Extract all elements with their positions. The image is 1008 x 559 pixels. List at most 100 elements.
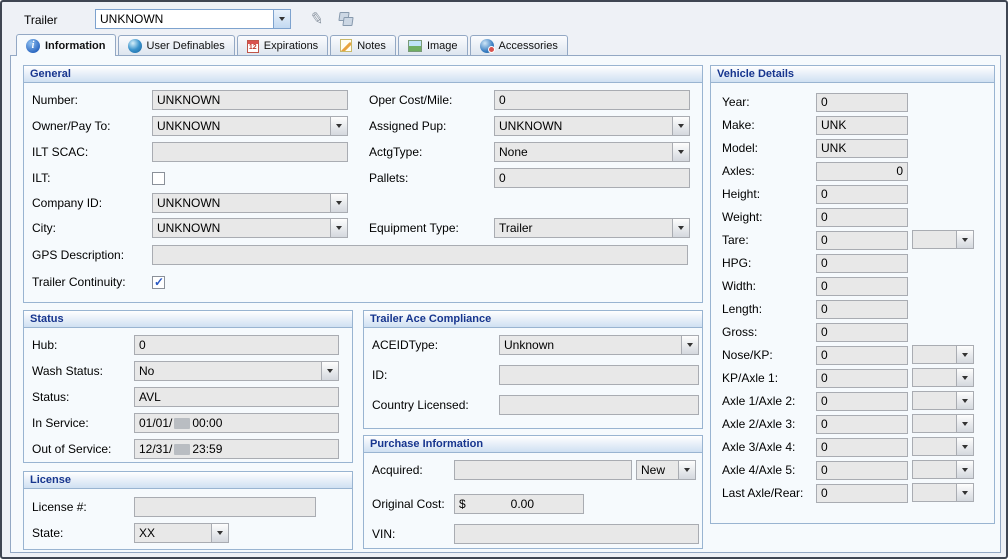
tab-label: Accessories: [499, 40, 558, 52]
gps-description-field[interactable]: [152, 245, 688, 265]
tags-icon[interactable]: [336, 9, 358, 29]
wash-status-dropdown[interactable]: No: [134, 361, 339, 381]
tare-unit-dropdown[interactable]: [912, 230, 974, 249]
width-field[interactable]: [816, 277, 908, 296]
chevron-down-icon[interactable]: [956, 461, 973, 478]
length-field[interactable]: [816, 300, 908, 319]
axle3-axle4-field[interactable]: [816, 438, 908, 457]
hub-field[interactable]: [134, 335, 339, 355]
city-dropdown[interactable]: UNKNOWN: [152, 218, 348, 238]
axle3-axle4-unit-dropdown[interactable]: [912, 437, 974, 456]
original-cost-label: Original Cost:: [372, 497, 454, 511]
out-of-service-field[interactable]: 12/31/23:59: [134, 439, 339, 459]
unit-value: [913, 415, 956, 432]
axle1-axle2-unit-dropdown[interactable]: [912, 391, 974, 410]
license-number-field[interactable]: [134, 497, 316, 517]
chevron-down-icon[interactable]: [211, 524, 228, 542]
ace-id-field[interactable]: [499, 365, 699, 385]
tab-information[interactable]: i Information: [16, 34, 116, 56]
wash-status-label: Wash Status:: [32, 364, 134, 378]
axle2-axle3-unit-dropdown[interactable]: [912, 414, 974, 433]
height-field[interactable]: [816, 185, 908, 204]
actg-type-dropdown[interactable]: None: [494, 142, 690, 162]
chevron-down-icon[interactable]: [678, 461, 695, 479]
vin-label: VIN:: [372, 527, 454, 541]
chevron-down-icon[interactable]: [672, 117, 689, 135]
tab-accessories[interactable]: Accessories: [470, 35, 568, 55]
owner-dropdown[interactable]: UNKNOWN: [152, 116, 348, 136]
acquired-mode-dropdown[interactable]: New: [636, 460, 696, 480]
assigned-pup-dropdown[interactable]: UNKNOWN: [494, 116, 690, 136]
model-field[interactable]: [816, 139, 908, 158]
kp-axle1-field[interactable]: [816, 369, 908, 388]
redacted-text: [174, 444, 190, 455]
original-cost-field[interactable]: $ 0.00: [454, 494, 584, 514]
in-service-field[interactable]: 01/01/00:00: [134, 413, 339, 433]
chevron-down-icon[interactable]: [330, 219, 347, 237]
tab-image[interactable]: Image: [398, 35, 468, 55]
chevron-down-icon[interactable]: [956, 369, 973, 386]
last-axle-rear-unit-dropdown[interactable]: [912, 483, 974, 502]
chevron-down-icon[interactable]: [321, 362, 338, 380]
year-field[interactable]: [816, 93, 908, 112]
axles-field[interactable]: [816, 162, 908, 181]
chevron-down-icon[interactable]: [681, 336, 698, 354]
chevron-down-icon[interactable]: [956, 346, 973, 363]
axle4-axle5-unit-dropdown[interactable]: [912, 460, 974, 479]
axle4-axle5-label: Axle 4/Axle 5:: [722, 463, 816, 477]
oper-cost-field[interactable]: [494, 90, 690, 110]
actg-type-label: ActgType:: [369, 145, 494, 159]
acquired-field[interactable]: [454, 460, 632, 480]
owner-label: Owner/Pay To:: [32, 119, 152, 133]
axle1-axle2-field[interactable]: [816, 392, 908, 411]
last-axle-rear-label: Last Axle/Rear:: [722, 486, 816, 500]
chevron-down-icon[interactable]: [273, 10, 290, 28]
acquired-label: Acquired:: [372, 463, 454, 477]
weight-field[interactable]: [816, 208, 908, 227]
tab-user-definables[interactable]: User Definables: [118, 35, 235, 55]
chevron-down-icon[interactable]: [956, 484, 973, 501]
acquired-mode-value: New: [637, 461, 678, 479]
status-field[interactable]: [134, 387, 339, 407]
chevron-down-icon[interactable]: [956, 415, 973, 432]
tab-label: User Definables: [147, 40, 225, 52]
country-licensed-field[interactable]: [499, 395, 699, 415]
nose-kp-unit-dropdown[interactable]: [912, 345, 974, 364]
continuity-label: Trailer Continuity:: [32, 275, 152, 289]
state-dropdown[interactable]: XX: [134, 523, 229, 543]
ilt-scac-field[interactable]: [152, 142, 348, 162]
equipment-type-dropdown[interactable]: Trailer: [494, 218, 690, 238]
nose-kp-field[interactable]: [816, 346, 908, 365]
chevron-down-icon[interactable]: [330, 194, 347, 212]
chevron-down-icon[interactable]: [956, 392, 973, 409]
chevron-down-icon[interactable]: [672, 219, 689, 237]
chevron-down-icon[interactable]: [672, 143, 689, 161]
ilt-checkbox[interactable]: [152, 172, 165, 185]
ace-id-label: ID:: [372, 368, 499, 382]
hpg-field[interactable]: [816, 254, 908, 273]
edit-pencil-icon[interactable]: ✎: [304, 7, 329, 31]
chevron-down-icon[interactable]: [956, 231, 973, 248]
chevron-down-icon[interactable]: [330, 117, 347, 135]
chevron-down-icon[interactable]: [956, 438, 973, 455]
tab-expirations[interactable]: Expirations: [237, 35, 328, 55]
weight-label: Weight:: [722, 210, 816, 224]
height-label: Height:: [722, 187, 816, 201]
trailer-combobox[interactable]: UNKNOWN: [95, 9, 291, 29]
gross-field[interactable]: [816, 323, 908, 342]
trailer-continuity-checkbox[interactable]: [152, 276, 165, 289]
tare-field[interactable]: [816, 231, 908, 250]
group-status: Status Hub: Wash Status: No Status: In S…: [23, 310, 353, 463]
kp-axle1-unit-dropdown[interactable]: [912, 368, 974, 387]
make-field[interactable]: [816, 116, 908, 135]
axle2-axle3-field[interactable]: [816, 415, 908, 434]
calendar-icon: [247, 40, 259, 53]
tab-notes[interactable]: Notes: [330, 35, 396, 55]
pallets-field[interactable]: [494, 168, 690, 188]
vin-field[interactable]: [454, 524, 699, 544]
aceid-type-dropdown[interactable]: Unknown: [499, 335, 699, 355]
last-axle-rear-field[interactable]: [816, 484, 908, 503]
axle4-axle5-field[interactable]: [816, 461, 908, 480]
company-dropdown[interactable]: UNKNOWN: [152, 193, 348, 213]
number-field[interactable]: [152, 90, 348, 110]
